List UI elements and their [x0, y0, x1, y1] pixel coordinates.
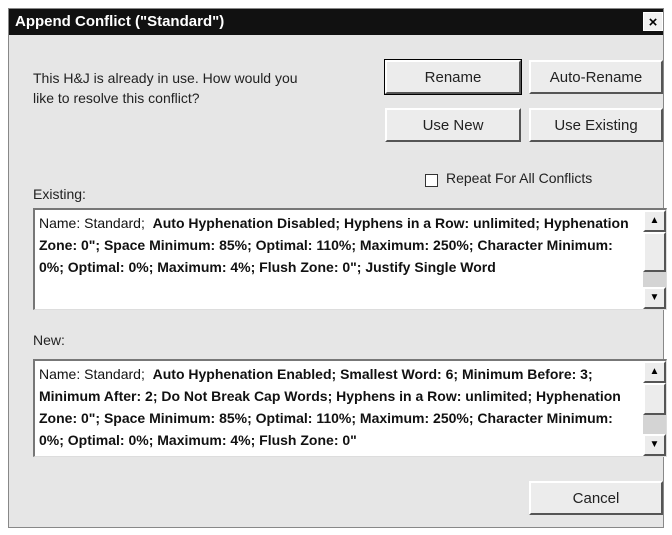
dialog-title: Append Conflict ("Standard") [15, 13, 225, 30]
rename-button[interactable]: Rename [384, 59, 522, 95]
scroll-down-icon[interactable]: ▼ [643, 287, 666, 309]
existing-textbox[interactable]: Name: Standard; Auto Hyphenation Disable… [33, 208, 667, 310]
new-textbox[interactable]: Name: Standard; Auto Hyphenation Enabled… [33, 359, 667, 457]
existing-label: Existing: [33, 186, 86, 202]
scroll-down-icon[interactable]: ▼ [643, 434, 666, 456]
existing-text: Name: Standard; Auto Hyphenation Disable… [39, 212, 635, 307]
use-new-button[interactable]: Use New [385, 108, 521, 142]
repeat-all-checkbox[interactable] [425, 174, 438, 187]
existing-scroll-thumb[interactable] [643, 232, 666, 272]
new-label: New: [33, 332, 65, 348]
scroll-up-icon[interactable]: ▲ [643, 361, 666, 383]
title-bar[interactable]: Append Conflict ("Standard") × [9, 9, 663, 35]
existing-name: Name: Standard; [39, 215, 145, 231]
new-scrollbar[interactable]: ▲ ▼ [643, 361, 666, 456]
close-button[interactable]: × [643, 12, 663, 31]
cancel-button[interactable]: Cancel [529, 481, 663, 515]
new-text: Name: Standard; Auto Hyphenation Enabled… [39, 363, 635, 454]
new-name: Name: Standard; [39, 366, 145, 382]
append-conflict-dialog: Append Conflict ("Standard") × This H&J … [8, 8, 667, 528]
use-existing-button[interactable]: Use Existing [529, 108, 663, 142]
repeat-all-label[interactable]: Repeat For All Conflicts [446, 170, 592, 186]
new-scroll-thumb[interactable] [643, 383, 666, 415]
existing-scrollbar[interactable]: ▲ ▼ [643, 210, 666, 309]
auto-rename-button[interactable]: Auto-Rename [529, 60, 663, 94]
conflict-message: This H&J is already in use. How would yo… [33, 70, 298, 106]
scroll-up-icon[interactable]: ▲ [643, 210, 666, 232]
